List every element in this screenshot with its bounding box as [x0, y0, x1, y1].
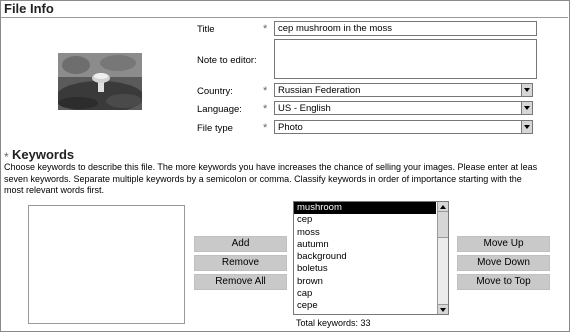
file-type-label: File type: [197, 123, 233, 134]
note-to-editor-textarea[interactable]: [274, 39, 537, 79]
photo-thumbnail: [58, 53, 142, 110]
description-line: Choose keywords to describe this file. T…: [4, 162, 538, 172]
country-label: Country:: [197, 86, 233, 97]
description-line: most relevant words first.: [4, 185, 105, 195]
file-type-selected-value: Photo: [278, 122, 303, 133]
file-type-select[interactable]: Photo: [274, 120, 533, 134]
note-to-editor-label: Note to editor:: [197, 55, 257, 66]
keywords-description: Choose keywords to describe this file. T…: [4, 162, 570, 197]
move-up-button[interactable]: Move Up: [457, 236, 550, 252]
required-marker: *: [263, 122, 268, 134]
country-select[interactable]: Russian Federation: [274, 83, 533, 97]
country-selected-value: Russian Federation: [278, 85, 361, 96]
keywords-heading: Keywords: [12, 147, 75, 162]
move-to-top-button[interactable]: Move to Top: [457, 274, 550, 290]
keyword-item[interactable]: brown: [294, 276, 448, 288]
scroll-down-icon[interactable]: [438, 304, 448, 314]
remove-all-button[interactable]: Remove All: [194, 274, 287, 290]
title-input[interactable]: cep mushroom in the moss: [274, 21, 537, 36]
keyword-item[interactable]: boletus: [294, 263, 448, 275]
language-select[interactable]: US - English: [274, 101, 533, 115]
chevron-down-icon[interactable]: [521, 102, 532, 114]
scrollbar-thumb[interactable]: [438, 212, 448, 238]
keyword-item[interactable]: background: [294, 251, 448, 263]
chevron-down-icon[interactable]: [521, 121, 532, 133]
total-keywords-count: Total keywords: 33: [296, 318, 371, 328]
divider: [1, 17, 568, 18]
language-selected-value: US - English: [278, 103, 331, 114]
required-marker: *: [263, 23, 268, 35]
keyword-list-scrollbar[interactable]: [437, 202, 448, 314]
add-button[interactable]: Add: [194, 236, 287, 252]
required-marker: *: [263, 85, 268, 97]
keyword-entry-textarea[interactable]: [28, 205, 185, 324]
description-line: seven keywords. Separate multiple keywor…: [4, 173, 522, 184]
chevron-down-icon[interactable]: [521, 84, 532, 96]
language-label: Language:: [197, 104, 242, 115]
keyword-item[interactable]: moss: [294, 227, 448, 239]
title-label: Title: [197, 24, 215, 35]
required-marker: *: [263, 103, 268, 115]
keyword-item[interactable]: autumn: [294, 239, 448, 251]
keyword-item[interactable]: cap: [294, 288, 448, 300]
keyword-item[interactable]: cepe: [294, 300, 448, 312]
keyword-item[interactable]: cep: [294, 214, 448, 226]
remove-button[interactable]: Remove: [194, 255, 287, 271]
file-info-heading: File Info: [4, 1, 54, 16]
keyword-item[interactable]: mushroom: [294, 202, 436, 215]
scroll-up-icon[interactable]: [438, 202, 448, 212]
move-down-button[interactable]: Move Down: [457, 255, 550, 271]
keyword-list[interactable]: mushroom cep moss autumn background bole…: [293, 201, 449, 315]
